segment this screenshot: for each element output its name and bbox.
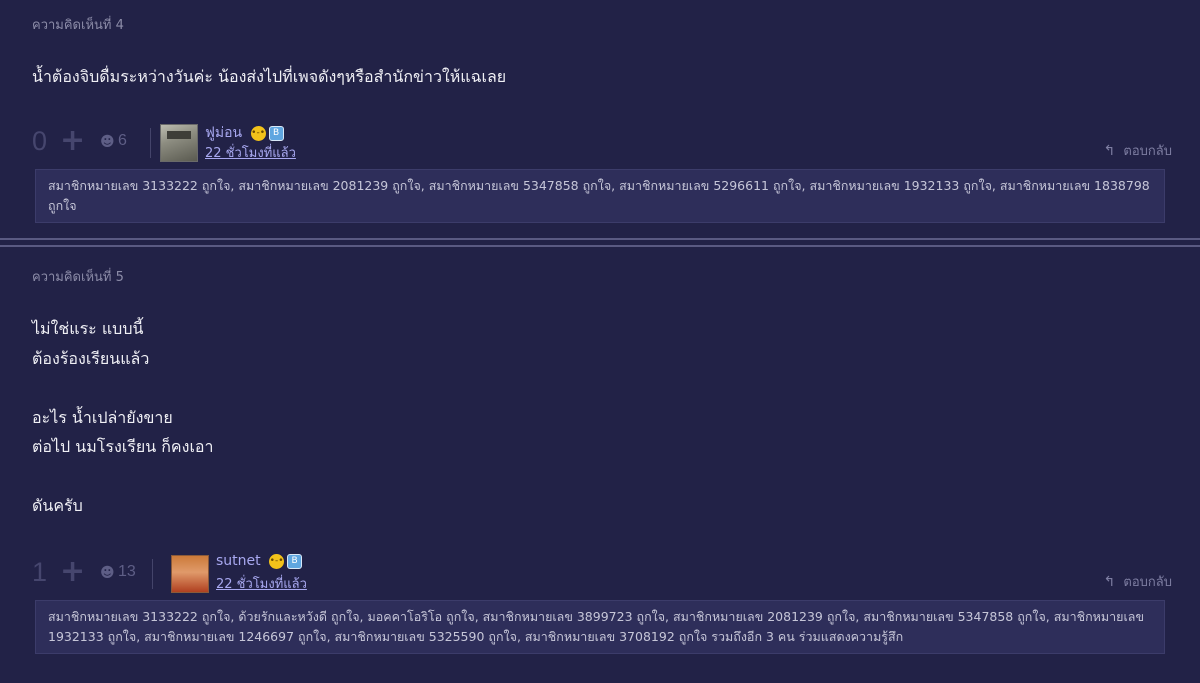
reply-icon: ↰ [1103,143,1116,159]
likes-list: สมาชิกหมายเลข 3133222 ถูกใจ, สมาชิกหมายเ… [35,169,1165,223]
plus-icon[interactable]: + [60,126,85,156]
user-emoji-icon: •-• [250,125,266,141]
emotion-count: 6 [118,132,127,149]
timestamp-link[interactable]: 22 ชั่วโมงที่แล้ว [205,142,296,163]
username[interactable]: sutnet [216,553,261,569]
comment-header: ความคิดเห็นที่ 5 [32,270,124,285]
badge-icon: B [268,125,284,141]
vote-row: 0 + ☻ 6 ฟูม่อน •-• B 22 ชั่วโมงที่แล้ว ↰ ต… [32,122,1172,164]
badge-icon: B [287,553,303,569]
divider [150,128,151,158]
plus-icon[interactable]: + [60,557,85,587]
reply-icon: ↰ [1103,574,1116,590]
vote-score: 1 [32,557,48,587]
reply-button[interactable]: ↰ ตอบกลับ [1104,140,1172,161]
emotion-icon[interactable]: ☻ [100,565,115,581]
comment-body: น้ำต้องจิบดื่มระหว่างวันค่ะ น้องส่งไปที่… [32,67,507,86]
username[interactable]: ฟูม่อน [205,125,242,141]
comment-header: ความคิดเห็นที่ 4 [32,18,124,33]
username-link[interactable]: ฟูม่อน •-• B [205,122,284,144]
comment-body: ไม่ใช่แระ แบบนี้ ต้องร้องเรียนแล้ว อะไร … [32,319,214,515]
comment-5: ความคิดเห็นที่ 5 ไม่ใช่แระ แบบนี้ ต้องร้… [0,252,1200,683]
comment-4: ความคิดเห็นที่ 4 น้ำต้องจิบดื่มระหว่างวั… [0,0,1200,236]
divider [152,559,153,589]
reply-label: ตอบกลับ [1123,575,1172,590]
username-link[interactable]: sutnet •-• B [216,553,303,569]
reply-label: ตอบกลับ [1123,144,1172,159]
comment-divider [0,236,1200,252]
emotion-count: 13 [118,563,136,580]
reply-button[interactable]: ↰ ตอบกลับ [1104,571,1172,592]
emotion-icon[interactable]: ☻ [100,134,115,150]
likes-list: สมาชิกหมายเลข 3133222 ถูกใจ, ด้วยรักและห… [35,600,1165,654]
vote-row: 1 + ☻ 13 sutnet •-• B 22 ชั่วโมงที่แล้ว ↰… [32,553,1172,595]
avatar[interactable] [160,124,198,162]
avatar[interactable] [171,555,209,593]
user-emoji-icon: •-• [269,553,285,569]
timestamp-link[interactable]: 22 ชั่วโมงที่แล้ว [216,573,307,594]
vote-score: 0 [32,126,48,156]
